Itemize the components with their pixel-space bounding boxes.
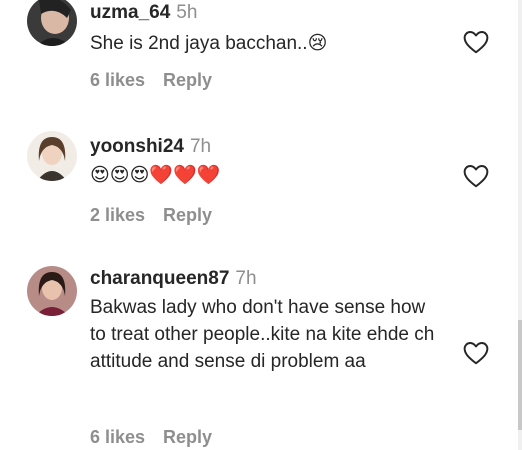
comment-text: Bakwas lady who don't have sense how to …	[90, 297, 435, 372]
likes-count[interactable]: 2 likes	[90, 205, 145, 225]
heart-outline-icon[interactable]	[463, 341, 489, 365]
avatar[interactable]	[27, 131, 77, 181]
timestamp: 5h	[176, 2, 198, 23]
username-text[interactable]: yoonshi24	[90, 136, 184, 157]
reply-button[interactable]: Reply	[163, 70, 212, 90]
timestamp: 7h	[189, 136, 212, 157]
avatar[interactable]	[27, 266, 77, 316]
comment-meta: 2 likes Reply	[90, 205, 212, 226]
avatar[interactable]	[27, 0, 77, 46]
reply-button[interactable]: Reply	[163, 205, 212, 225]
comment-meta: 6 likes Reply	[90, 427, 212, 448]
username[interactable]: charanqueen87 7h	[90, 268, 257, 290]
scrollbar-thumb[interactable]	[518, 320, 522, 430]
heart-outline-icon[interactable]	[463, 164, 489, 188]
reply-button[interactable]: Reply	[163, 427, 212, 447]
username-text[interactable]: charanqueen87	[90, 268, 229, 289]
likes-count[interactable]: 6 likes	[90, 70, 145, 90]
username-text[interactable]: uzma_64	[90, 2, 170, 23]
comment-text: 😍😍😍❤️❤️❤️	[90, 164, 221, 186]
timestamp: 7h	[235, 268, 257, 289]
comment-text: She is 2nd jaya bacchan..😢	[90, 33, 328, 54]
heart-outline-icon[interactable]	[463, 30, 489, 54]
likes-count[interactable]: 6 likes	[90, 427, 145, 447]
username[interactable]: uzma_64 5h	[90, 2, 197, 24]
username[interactable]: yoonshi24 7h	[90, 136, 211, 158]
comment-meta: 6 likes Reply	[90, 70, 212, 91]
